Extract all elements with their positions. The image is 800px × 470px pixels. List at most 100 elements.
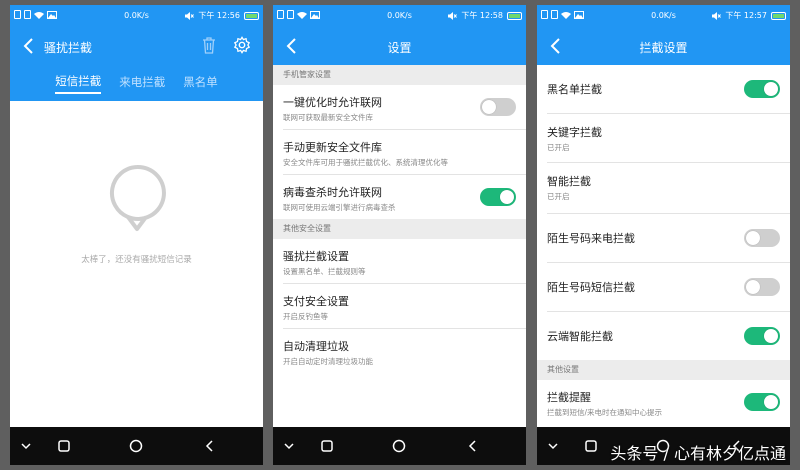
setting-update-library[interactable]: 手动更新安全文件库 安全文件库可用于骚扰拦截优化、系统清理优化等 [283,130,526,175]
setting-title: 支付安全设置 [283,295,349,308]
unknown-sms-toggle[interactable] [744,278,780,296]
setting-payment-security[interactable]: 支付安全设置 开启反钓鱼等 [283,284,526,329]
watermark-text: 头条号 / 心有林夕亿点通 [610,444,786,463]
toggle-knob [500,190,514,204]
toggle-knob [764,329,778,343]
chevron-down-icon[interactable] [281,438,297,454]
setting-title: 云端智能拦截 [547,330,613,343]
page-title: 设置 [387,41,412,55]
setting-subtitle: 开启反钓鱼等 [283,312,328,321]
setting-subtitle: 已开启 [547,192,570,201]
clock: 下午 12:56 [198,11,240,20]
toggle-knob [746,231,760,245]
setting-title: 关键字拦截 [547,126,602,139]
setting-title: 拦截提醒 [547,391,591,404]
setting-virus-network[interactable]: 病毒查杀时允许联网 联网可使用云端引擎进行病毒查杀 [283,175,526,219]
setting-title: 骚扰拦截设置 [283,250,349,263]
mute-icon [712,11,722,20]
toggle-knob [764,395,778,409]
back-arrow-icon[interactable] [18,34,40,58]
message-bubble-icon [110,164,166,231]
home-icon[interactable] [391,438,407,454]
setting-title: 陌生号码短信拦截 [547,281,635,294]
status-icons-right: 下午 12:58 [448,10,522,21]
cloud-smart-toggle[interactable] [744,327,780,345]
section-header: 其他安全设置 [273,219,526,239]
toggle-knob [482,100,496,114]
back-icon[interactable] [202,438,218,454]
blacklist-block-toggle[interactable] [744,80,780,98]
setting-subtitle: 安全文件库可用于骚扰拦截优化、系统清理优化等 [283,158,448,167]
battery-icon [507,11,522,20]
setting-title: 手动更新安全文件库 [283,141,382,154]
empty-message: 太棒了，还没有骚扰短信记录 [81,255,192,265]
recent-apps-icon[interactable] [319,438,335,454]
screen-block-settings: 0.0K/s 下午 12:57 拦截设置 黑名单拦截 关键字拦截 已开启 智能拦… [537,5,790,465]
toggle-knob [764,82,778,96]
setting-block-reminder[interactable]: 拦截提醒 拦截到短信/来电时在通知中心提示 [547,380,790,426]
title-bar: 拦截设置 [537,27,790,65]
status-icons-right: 下午 12:56 [185,10,259,21]
clock: 下午 12:58 [461,11,503,20]
setting-unknown-call-block[interactable]: 陌生号码来电拦截 [547,214,790,263]
setting-optimize-network[interactable]: 一键优化时允许联网 联网可获取最新安全文件库 [283,85,526,130]
status-bar: 0.0K/s 下午 12:58 [273,5,526,27]
section-header: 其他设置 [537,360,790,380]
setting-title: 自动清理垃圾 [283,340,349,353]
setting-keyword-block[interactable]: 关键字拦截 已开启 [547,114,790,163]
setting-subtitle: 已开启 [547,143,570,152]
screen-harassment-block: 0.0K/s 下午 12:56 骚扰拦截 短信拦截 来电拦截 黑名单 太棒了，还… [10,5,263,465]
title-bar: 骚扰拦截 [10,27,263,65]
watermark: 头条号 / 心有林夕亿点通 [610,440,786,464]
setting-blacklist-block[interactable]: 黑名单拦截 [547,65,790,114]
recent-apps-icon[interactable] [583,438,599,454]
setting-subtitle: 联网可使用云端引擎进行病毒查杀 [283,203,396,212]
status-icons-right: 下午 12:57 [712,10,786,21]
setting-unknown-sms-block[interactable]: 陌生号码短信拦截 [547,263,790,312]
tab-blacklist[interactable]: 黑名单 [183,74,218,93]
setting-title: 病毒查杀时允许联网 [283,186,382,199]
recent-apps-icon[interactable] [56,438,72,454]
chevron-down-icon[interactable] [18,438,34,454]
tab-bar: 短信拦截 来电拦截 黑名单 [10,65,263,101]
clock: 下午 12:57 [725,11,767,20]
virus-network-toggle[interactable] [480,188,516,206]
setting-cloud-smart-block[interactable]: 云端智能拦截 [547,312,790,360]
setting-title: 智能拦截 [547,175,591,188]
screen-settings: 0.0K/s 下午 12:58 设置 手机管家设置 一键优化时允许联网 联网可获… [273,5,526,465]
empty-state: 太棒了，还没有骚扰短信记录 [10,101,263,427]
block-reminder-toggle[interactable] [744,393,780,411]
title-bar: 设置 [273,27,526,65]
chevron-down-icon[interactable] [545,438,561,454]
battery-icon [771,11,786,20]
status-bar: 0.0K/s 下午 12:56 [10,5,263,27]
setting-title: 一键优化时允许联网 [283,96,382,109]
system-nav-bar [273,427,526,465]
setting-title: 陌生号码来电拦截 [547,232,635,245]
page-title: 骚扰拦截 [44,41,93,55]
gear-icon[interactable] [233,36,251,54]
toggle-knob [746,280,760,294]
status-bar: 0.0K/s 下午 12:57 [537,5,790,27]
system-nav-bar [10,427,263,465]
tab-call-block[interactable]: 来电拦截 [119,74,165,93]
setting-subtitle: 设置黑名单、拦截规则等 [283,267,366,276]
battery-icon [244,11,259,20]
section-header: 手机管家设置 [273,65,526,85]
setting-auto-clean[interactable]: 自动清理垃圾 开启自动定时清理垃圾功能 [283,329,526,373]
setting-subtitle: 开启自动定时清理垃圾功能 [283,357,373,366]
setting-harassment-block[interactable]: 骚扰拦截设置 设置黑名单、拦截规则等 [283,239,526,284]
mute-icon [448,11,458,20]
home-icon[interactable] [128,438,144,454]
page-title: 拦截设置 [639,41,688,55]
unknown-call-toggle[interactable] [744,229,780,247]
back-icon[interactable] [465,438,481,454]
trash-icon[interactable] [201,36,217,54]
optimize-network-toggle[interactable] [480,98,516,116]
mute-icon [185,11,195,20]
setting-smart-block[interactable]: 智能拦截 已开启 [547,163,790,214]
setting-title: 黑名单拦截 [547,83,602,96]
tab-sms-block[interactable]: 短信拦截 [55,73,102,94]
setting-subtitle: 拦截到短信/来电时在通知中心提示 [547,408,663,417]
setting-subtitle: 联网可获取最新安全文件库 [283,113,373,122]
